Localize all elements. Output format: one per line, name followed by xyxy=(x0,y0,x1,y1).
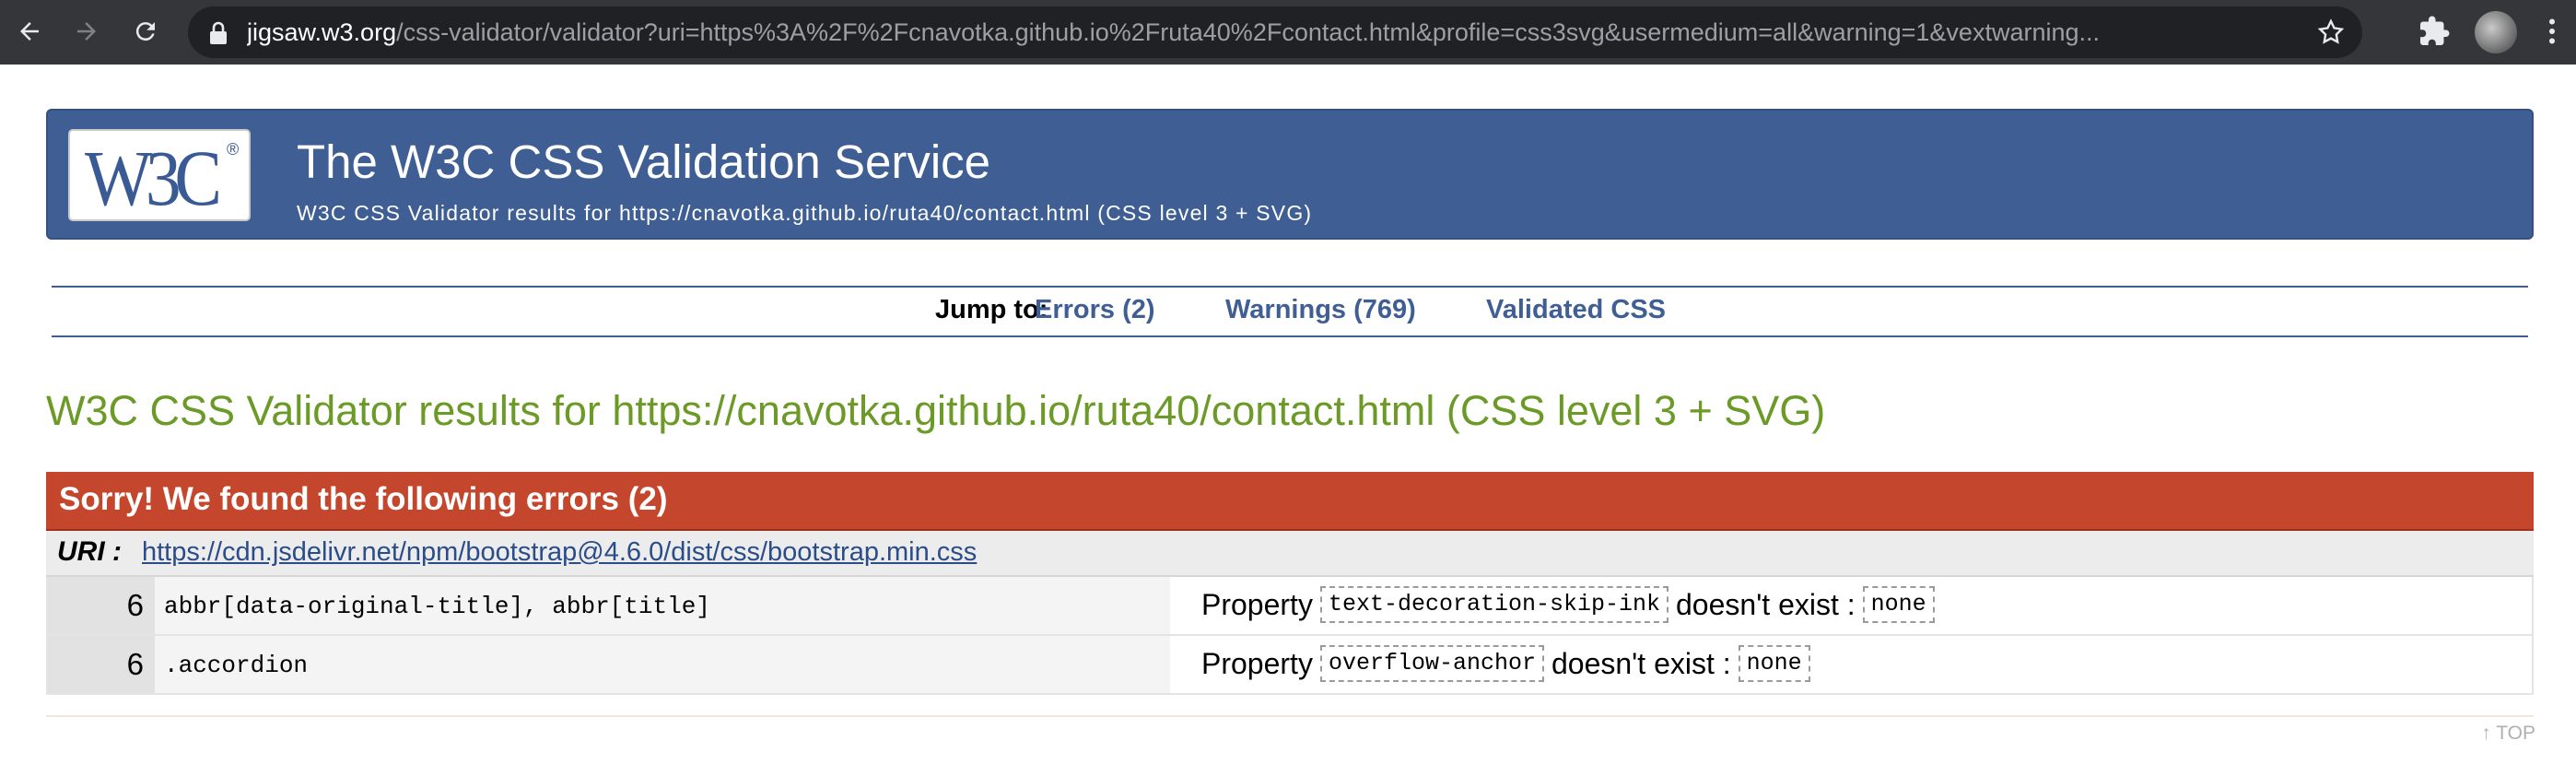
bookmark-star-icon[interactable] xyxy=(2316,18,2346,47)
message-prefix: Property xyxy=(1201,646,1313,680)
property-value: none xyxy=(1738,645,1810,682)
forward-button[interactable] xyxy=(68,13,105,50)
back-to-top-link[interactable]: ↑ TOP xyxy=(2481,723,2535,745)
selector-context: abbr[data-original-title], abbr[title] xyxy=(164,593,710,620)
line-number: 6 xyxy=(126,588,144,622)
property-name: overflow-anchor xyxy=(1319,645,1544,682)
address-bar[interactable]: jigsaw.w3.org/css-validator/validator?ur… xyxy=(188,6,2362,58)
section-divider xyxy=(46,715,2534,717)
message-cell: Property text-decoration-skip-ink doesn'… xyxy=(1170,577,2534,634)
line-number: 6 xyxy=(126,647,144,681)
property-name: text-decoration-skip-ink xyxy=(1319,586,1669,623)
selector-context: .accordion xyxy=(164,652,309,679)
url-text[interactable]: jigsaw.w3.org/css-validator/validator?ur… xyxy=(247,6,2255,58)
reload-button[interactable] xyxy=(127,13,164,50)
jump-validated-css-link[interactable]: Validated CSS xyxy=(1486,295,1666,325)
jump-to-label: Jump to: xyxy=(935,295,1048,324)
banner-subtitle: W3C CSS Validator results for https://cn… xyxy=(297,201,1313,225)
context-cell: .accordion xyxy=(155,636,1170,693)
results-heading: W3C CSS Validator results for https://cn… xyxy=(46,387,1826,434)
extensions-puzzle-icon[interactable] xyxy=(2418,15,2451,48)
message-cell: Property overflow-anchor doesn't exist :… xyxy=(1170,636,2534,693)
lock-icon xyxy=(210,21,227,44)
browser-toolbar: jigsaw.w3.org/css-validator/validator?ur… xyxy=(0,0,2576,65)
errors-header: Sorry! We found the following errors (2) xyxy=(46,472,2534,531)
line-number-cell: 6 xyxy=(46,636,155,693)
context-cell: abbr[data-original-title], abbr[title] xyxy=(155,577,1170,634)
back-arrow-icon xyxy=(20,22,39,41)
jump-warnings-link[interactable]: Warnings (769) xyxy=(1225,295,1416,325)
w3c-logo-text: W3C xyxy=(85,134,222,222)
error-uri-row: URI : https://cdn.jsdelivr.net/npm/boots… xyxy=(46,531,2534,577)
url-path: /css-validator/validator?uri=https%3A%2F… xyxy=(396,18,2101,46)
jump-errors-link[interactable]: Errors (2) xyxy=(1035,295,1155,325)
errors-header-text: Sorry! We found the following errors (2) xyxy=(59,481,668,517)
w3c-logo[interactable]: W3C ® xyxy=(68,129,251,221)
registered-mark: ® xyxy=(227,140,240,159)
uri-label: URI : xyxy=(57,536,122,567)
message-prefix: Property xyxy=(1201,587,1313,621)
jump-divider-bottom xyxy=(52,335,2528,337)
line-number-cell: 6 xyxy=(46,577,155,634)
forward-arrow-icon xyxy=(77,22,96,41)
more-menu-icon[interactable] xyxy=(2535,15,2569,48)
back-button[interactable] xyxy=(11,13,48,50)
table-row: 6 abbr[data-original-title], abbr[title]… xyxy=(46,577,2534,636)
profile-avatar[interactable] xyxy=(2475,11,2517,53)
url-host: jigsaw.w3.org xyxy=(247,18,397,46)
stylesheet-uri-link[interactable]: https://cdn.jsdelivr.net/npm/bootstrap@4… xyxy=(142,537,977,568)
jump-to-nav: Jump to: Errors (2) Warnings (769) Valid… xyxy=(52,288,2528,334)
table-row: 6 .accordion Property overflow-anchor do… xyxy=(46,636,2534,695)
message-middle: doesn't exist : xyxy=(1551,646,1731,680)
banner-title: The W3C CSS Validation Service xyxy=(297,135,991,188)
message-middle: doesn't exist : xyxy=(1676,587,1856,621)
validator-banner: W3C ® The W3C CSS Validation Service W3C… xyxy=(46,109,2534,240)
reload-icon xyxy=(135,22,155,41)
property-value: none xyxy=(1862,586,1935,623)
